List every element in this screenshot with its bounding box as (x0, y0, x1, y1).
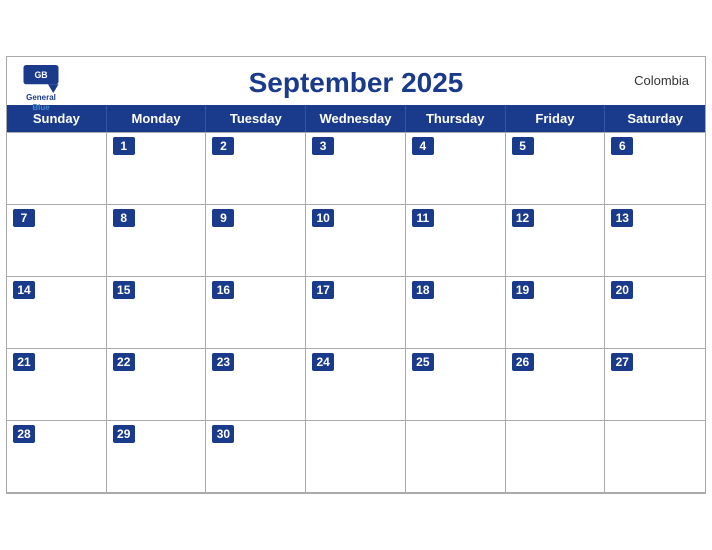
day-monday: Monday (107, 105, 207, 132)
calendar-cell (306, 421, 406, 493)
date-number: 16 (212, 281, 234, 299)
date-number: 1 (113, 137, 135, 155)
calendar-cell: 23 (206, 349, 306, 421)
days-header: Sunday Monday Tuesday Wednesday Thursday… (7, 105, 705, 132)
date-number: 17 (312, 281, 334, 299)
day-wednesday: Wednesday (306, 105, 406, 132)
brand-logo-area: GB General Blue (23, 65, 59, 112)
date-number: 24 (312, 353, 334, 371)
calendar-cell: 18 (406, 277, 506, 349)
calendar-cell: 15 (107, 277, 207, 349)
calendar-cell: 20 (605, 277, 705, 349)
date-number: 27 (611, 353, 633, 371)
day-saturday: Saturday (605, 105, 705, 132)
calendar-cell: 17 (306, 277, 406, 349)
date-number: 14 (13, 281, 35, 299)
calendar-cell: 21 (7, 349, 107, 421)
date-number: 8 (113, 209, 135, 227)
date-number: 2 (212, 137, 234, 155)
date-number: 20 (611, 281, 633, 299)
calendar-cell: 24 (306, 349, 406, 421)
date-number: 12 (512, 209, 534, 227)
calendar-cell: 30 (206, 421, 306, 493)
calendar-cell: 3 (306, 133, 406, 205)
calendar-cell: 4 (406, 133, 506, 205)
calendar-cell (406, 421, 506, 493)
calendar-cell: 9 (206, 205, 306, 277)
date-number: 4 (412, 137, 434, 155)
calendar-cell: 8 (107, 205, 207, 277)
day-friday: Friday (506, 105, 606, 132)
date-number: 11 (412, 209, 434, 227)
day-tuesday: Tuesday (206, 105, 306, 132)
calendar-cell (605, 421, 705, 493)
calendar-cell: 14 (7, 277, 107, 349)
date-number: 28 (13, 425, 35, 443)
generalblue-logo: GB (23, 65, 59, 93)
date-number: 19 (512, 281, 534, 299)
calendar-cell: 7 (7, 205, 107, 277)
calendar-grid: 1234567891011121314151617181920212223242… (7, 132, 705, 493)
calendar-cell: 13 (605, 205, 705, 277)
date-number: 9 (212, 209, 234, 227)
date-number: 15 (113, 281, 135, 299)
calendar-cell (7, 133, 107, 205)
calendar-header: GB General Blue September 2025 Colombia (7, 57, 705, 105)
calendar-cell: 5 (506, 133, 606, 205)
calendar-container: GB General Blue September 2025 Colombia … (6, 56, 706, 494)
date-number: 3 (312, 137, 334, 155)
calendar-cell: 10 (306, 205, 406, 277)
calendar-title: September 2025 (249, 67, 464, 99)
brand-general: General (26, 93, 56, 102)
date-number: 6 (611, 137, 633, 155)
calendar-cell: 11 (406, 205, 506, 277)
calendar-cell: 16 (206, 277, 306, 349)
date-number: 5 (512, 137, 534, 155)
calendar-cell: 28 (7, 421, 107, 493)
calendar-cell: 29 (107, 421, 207, 493)
calendar-cell: 26 (506, 349, 606, 421)
date-number: 30 (212, 425, 234, 443)
brand-blue: Blue (32, 103, 49, 112)
calendar-cell (506, 421, 606, 493)
svg-text:GB: GB (34, 70, 47, 80)
calendar-cell: 6 (605, 133, 705, 205)
date-number: 10 (312, 209, 334, 227)
date-number: 29 (113, 425, 135, 443)
date-number: 22 (113, 353, 135, 371)
calendar-cell: 2 (206, 133, 306, 205)
date-number: 18 (412, 281, 434, 299)
calendar-cell: 25 (406, 349, 506, 421)
calendar-cell: 19 (506, 277, 606, 349)
date-number: 25 (412, 353, 434, 371)
calendar-cell: 27 (605, 349, 705, 421)
country-label: Colombia (634, 73, 689, 88)
calendar-cell: 22 (107, 349, 207, 421)
date-number: 7 (13, 209, 35, 227)
calendar-cell: 1 (107, 133, 207, 205)
calendar-cell: 12 (506, 205, 606, 277)
date-number: 13 (611, 209, 633, 227)
date-number: 21 (13, 353, 35, 371)
day-thursday: Thursday (406, 105, 506, 132)
date-number: 23 (212, 353, 234, 371)
date-number: 26 (512, 353, 534, 371)
